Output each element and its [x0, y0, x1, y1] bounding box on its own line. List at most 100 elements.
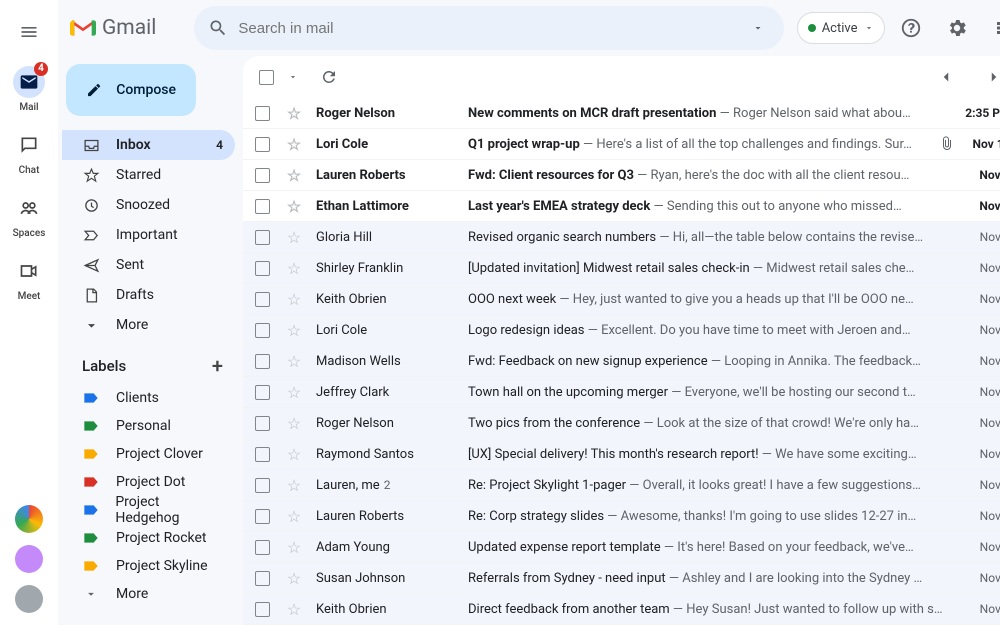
compose-button[interactable]: Compose [66, 64, 196, 116]
message-row[interactable]: ☆ Madison Wells Fwd: Feedback on new sig… [243, 346, 1000, 377]
message-summary: Q1 project wrap-up — Here's a list of al… [468, 137, 921, 152]
star-button[interactable]: ☆ [282, 538, 306, 557]
search-icon [208, 18, 228, 38]
row-checkbox[interactable] [255, 199, 270, 214]
row-checkbox[interactable] [255, 478, 270, 493]
row-checkbox[interactable] [255, 416, 270, 431]
nav-starred[interactable]: Starred [62, 160, 235, 190]
star-button[interactable]: ☆ [282, 228, 306, 247]
row-checkbox[interactable] [255, 602, 270, 617]
row-checkbox[interactable] [255, 540, 270, 555]
star-button[interactable]: ☆ [282, 290, 306, 309]
label-project-clover[interactable]: Project Clover [62, 440, 235, 468]
message-row[interactable]: ☆ Lauren Roberts Re: Corp strategy slide… [243, 501, 1000, 532]
nav-important[interactable]: Important [62, 220, 235, 250]
row-checkbox[interactable] [255, 261, 270, 276]
label-project-dot[interactable]: Project Dot [62, 468, 235, 496]
label-project-skyline[interactable]: Project Skyline [62, 552, 235, 580]
message-row[interactable]: ☆ Adam Young Updated expense report temp… [243, 532, 1000, 563]
row-checkbox[interactable] [255, 137, 270, 152]
row-checkbox[interactable] [255, 571, 270, 586]
nav-inbox[interactable]: Inbox4 [62, 130, 235, 160]
rail-item-meet[interactable]: Meet [0, 245, 58, 308]
help-button[interactable] [891, 8, 931, 48]
nav-sent[interactable]: Sent [62, 250, 235, 280]
row-checkbox[interactable] [255, 323, 270, 338]
row-checkbox[interactable] [255, 354, 270, 369]
label-project-hedgehog[interactable]: Project Hedgehog [62, 496, 235, 524]
star-button[interactable]: ☆ [282, 507, 306, 526]
star-button[interactable]: ☆ [282, 569, 306, 588]
message-row[interactable]: ☆ Shirley Franklin [Updated invitation] … [243, 253, 1000, 284]
label-icon [83, 391, 99, 405]
message-row[interactable]: ☆ Ethan Lattimore Last year's EMEA strat… [243, 191, 1000, 222]
nav-drafts[interactable]: Drafts [62, 280, 235, 310]
star-button[interactable]: ☆ [282, 259, 306, 278]
labels-more[interactable]: More [62, 580, 235, 608]
star-button[interactable]: ☆ [282, 414, 306, 433]
rail-avatar-1[interactable] [15, 545, 43, 573]
star-button[interactable]: ☆ [282, 135, 306, 154]
star-button[interactable]: ☆ [282, 476, 306, 495]
rail-avatar-2[interactable] [15, 585, 43, 613]
search-options-button[interactable] [736, 6, 780, 50]
row-checkbox[interactable] [255, 168, 270, 183]
label-icon [83, 447, 99, 461]
message-summary: Revised organic search numbers — Hi, all… [468, 230, 943, 245]
message-row[interactable]: ☆ Keith Obrien OOO next week — Hey, just… [243, 284, 1000, 315]
nav-more[interactable]: More [62, 310, 235, 340]
label-project-rocket[interactable]: Project Rocket [62, 524, 235, 552]
gmail-logo[interactable]: Gmail [70, 16, 156, 40]
row-checkbox[interactable] [255, 385, 270, 400]
message-row[interactable]: ☆ Gloria Hill Revised organic search num… [243, 222, 1000, 253]
message-row[interactable]: ☆ Roger Nelson New comments on MCR draft… [243, 98, 1000, 129]
status-chip[interactable]: Active [797, 12, 885, 44]
star-button[interactable]: ☆ [282, 352, 306, 371]
select-all-checkbox[interactable] [259, 70, 274, 85]
message-row[interactable]: ☆ Keith Obrien Direct feedback from anot… [243, 594, 1000, 625]
nav-snoozed[interactable]: Snoozed [62, 190, 235, 220]
add-label-button[interactable]: + [212, 354, 223, 378]
row-checkbox[interactable] [255, 292, 270, 307]
star-button[interactable]: ☆ [282, 383, 306, 402]
row-checkbox[interactable] [255, 447, 270, 462]
rail-item-mail[interactable]: Mail4 [0, 56, 58, 119]
message-row[interactable]: ☆ Roger Nelson Two pics from the confere… [243, 408, 1000, 439]
labels-header: Labels [82, 357, 126, 375]
next-page-button[interactable] [977, 60, 1000, 94]
refresh-button[interactable] [312, 60, 346, 94]
rail-item-chat[interactable]: Chat [0, 119, 58, 182]
row-checkbox[interactable] [255, 230, 270, 245]
star-button[interactable]: ☆ [282, 104, 306, 123]
settings-button[interactable] [937, 8, 977, 48]
message-row[interactable]: ☆ Jeffrey Clark Town hall on the upcomin… [243, 377, 1000, 408]
sender: Lauren, me2 [316, 478, 464, 493]
star-button[interactable]: ☆ [282, 600, 306, 619]
row-checkbox[interactable] [255, 509, 270, 524]
message-row[interactable]: ☆ Raymond Santos [UX] Special delivery! … [243, 439, 1000, 470]
message-row[interactable]: ☆ Lori Cole Logo redesign ideas — Excell… [243, 315, 1000, 346]
search-bar[interactable] [194, 6, 784, 50]
search-input[interactable] [238, 20, 726, 37]
star-button[interactable]: ☆ [282, 321, 306, 340]
select-menu-button[interactable] [288, 67, 298, 87]
status-dot-icon [808, 24, 816, 32]
label-clients[interactable]: Clients [62, 384, 235, 412]
star-button[interactable]: ☆ [282, 445, 306, 464]
message-row[interactable]: ☆ Lauren Roberts Fwd: Client resources f… [243, 160, 1000, 191]
star-button[interactable]: ☆ [282, 197, 306, 216]
message-summary: Two pics from the conference — Look at t… [468, 416, 943, 431]
rail-item-spaces[interactable]: Spaces [0, 182, 58, 245]
label-icon [83, 559, 99, 573]
sender: Raymond Santos [316, 447, 464, 462]
row-checkbox[interactable] [255, 106, 270, 121]
star-button[interactable]: ☆ [282, 166, 306, 185]
message-row[interactable]: ☆ Susan Johnson Referrals from Sydney - … [243, 563, 1000, 594]
main-menu-button[interactable] [5, 8, 53, 56]
message-row[interactable]: ☆ Lori Cole Q1 project wrap-up — Here's … [243, 129, 1000, 160]
label-personal[interactable]: Personal [62, 412, 235, 440]
apps-button[interactable] [983, 8, 1000, 48]
prev-page-button[interactable] [929, 60, 963, 94]
message-row[interactable]: ☆ Lauren, me2 Re: Project Skylight 1-pag… [243, 470, 1000, 501]
send-icon [82, 257, 100, 274]
